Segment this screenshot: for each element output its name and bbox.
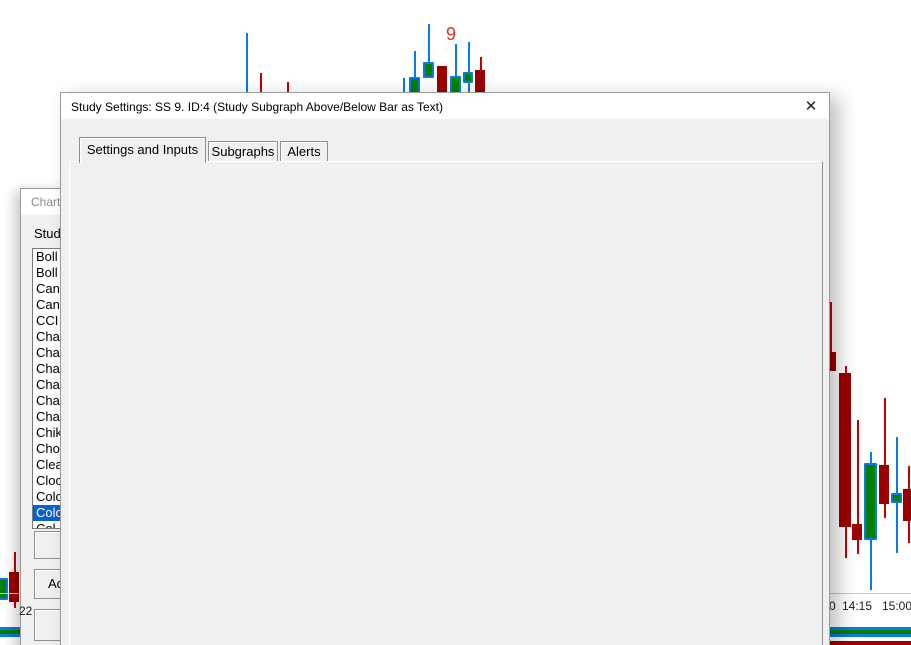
time-label-bottom-left: 22 xyxy=(19,604,33,618)
screen: 9 0 14:15 15:00 22 Chart Stud Boll Boll Ca… xyxy=(0,0,911,645)
candlestick xyxy=(9,572,19,602)
tab-subgraphs[interactable]: Subgraphs xyxy=(208,141,278,161)
chart-price-label: 9 xyxy=(446,24,457,44)
time-label-1500: 15:00 xyxy=(882,599,911,613)
candlestick xyxy=(903,489,911,521)
candlestick xyxy=(891,493,902,503)
tab-settings-and-inputs[interactable]: Settings and Inputs xyxy=(79,137,206,163)
study-settings-dialog: Study Settings: SS 9. ID:4 (Study Subgra… xyxy=(60,92,830,645)
time-label-partial: 0 xyxy=(829,599,836,613)
candlestick xyxy=(0,578,8,600)
dialog-titlebar[interactable]: Study Settings: SS 9. ID:4 (Study Subgra… xyxy=(61,93,829,119)
candlestick xyxy=(423,62,434,78)
dialog-title: Study Settings: SS 9. ID:4 (Study Subgra… xyxy=(71,100,443,114)
candlestick xyxy=(839,373,851,527)
settings-tab-panel xyxy=(69,161,823,645)
candlestick xyxy=(463,72,473,83)
candlestick xyxy=(852,524,862,540)
bottom-red-bar xyxy=(830,641,911,645)
candlestick xyxy=(879,465,889,504)
close-icon[interactable]: ✕ xyxy=(800,97,822,115)
candlestick xyxy=(864,463,877,540)
time-label-1415: 14:15 xyxy=(842,599,873,613)
candle-wick xyxy=(246,33,248,96)
candle-wick xyxy=(468,42,470,96)
tab-alerts[interactable]: Alerts xyxy=(280,141,328,161)
studies-list-label: Stud xyxy=(34,226,61,241)
